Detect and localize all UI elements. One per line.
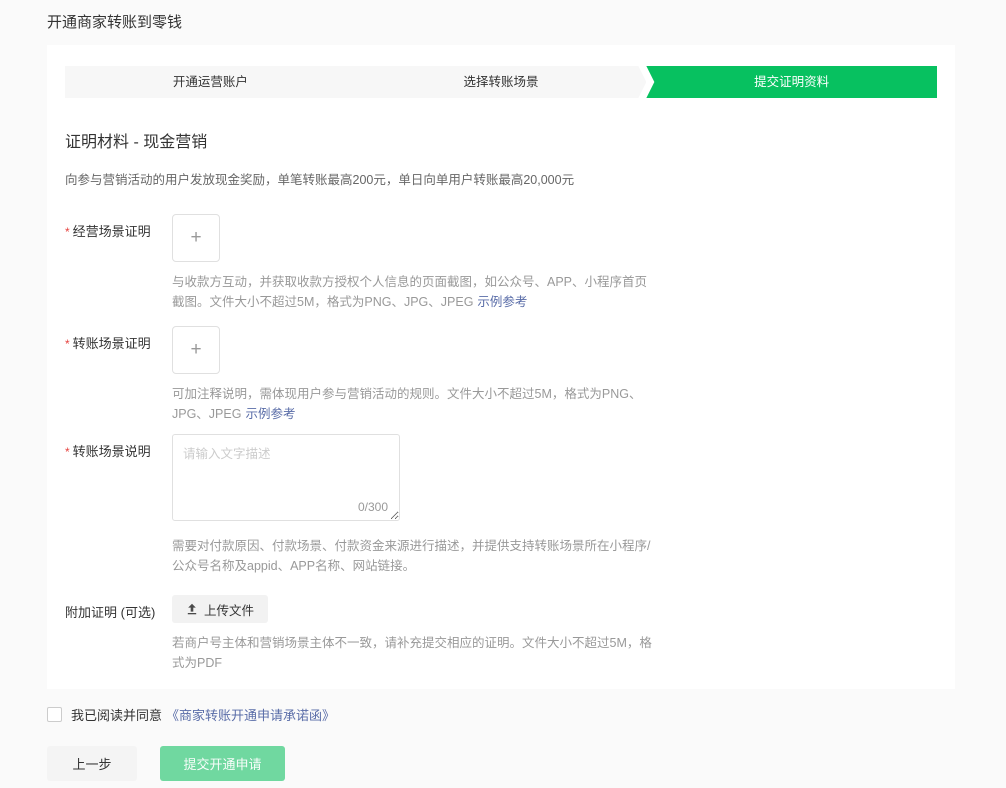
field-transfer-scene-description: *转账场景说明 0/300 需要对付款原因、付款场景、付款资金来源进行描述，并提…: [65, 434, 937, 576]
field-label: *转账场景证明: [65, 326, 172, 352]
page-title: 开通商家转账到零钱: [47, 11, 1006, 32]
footer-actions: 上一步 提交开通申请: [47, 746, 1006, 781]
image-upload-box[interactable]: +: [172, 214, 220, 262]
field-label-text: 转账场景证明: [73, 336, 151, 351]
section-title: 证明材料 - 现金营销: [65, 128, 937, 152]
previous-step-button[interactable]: 上一步: [47, 746, 137, 781]
field-label: *转账场景说明: [65, 434, 172, 460]
plus-icon: +: [190, 339, 201, 361]
agreement-row: 我已阅读并同意 《商家转账开通申请承诺函》: [47, 705, 1006, 724]
submit-application-button[interactable]: 提交开通申请: [160, 746, 285, 781]
field-label: 附加证明 (可选): [65, 595, 172, 621]
image-upload-box[interactable]: +: [172, 326, 220, 374]
required-asterisk: *: [65, 445, 70, 459]
field-label-text: 附加证明 (可选): [65, 605, 155, 620]
upload-file-label: 上传文件: [204, 600, 254, 619]
step-submit-proof-active[interactable]: 提交证明资料: [646, 66, 937, 98]
field-helper-text: 与收款方互动，并获取收款方授权个人信息的页面截图，如公众号、APP、小程序首页 …: [172, 272, 937, 312]
field-business-scene-proof: *经营场景证明 + 与收款方互动，并获取收款方授权个人信息的页面截图，如公众号、…: [65, 214, 937, 312]
plus-icon: +: [190, 227, 201, 249]
field-additional-proof: 附加证明 (可选) 上传文件 若商户号主体和营销场景主体不一致，请补充提交相应的…: [65, 595, 937, 673]
required-asterisk: *: [65, 225, 70, 239]
agreement-letter-link[interactable]: 《商家转账开通申请承诺函》: [166, 705, 335, 724]
field-label: *经营场景证明: [65, 214, 172, 240]
field-helper-text: 可加注释说明，需体现用户参与营销活动的规则。文件大小不超过5M，格式为PNG、 …: [172, 384, 937, 424]
agreement-checkbox[interactable]: [47, 707, 62, 722]
agreement-text: 我已阅读并同意: [71, 705, 162, 724]
step-bar: 开通运营账户 选择转账场景 提交证明资料: [65, 66, 937, 98]
field-helper-text: 需要对付款原因、付款场景、付款资金来源进行描述，并提供支持转账场景所在小程序/ …: [172, 536, 937, 576]
step-open-operating-account[interactable]: 开通运营账户: [65, 66, 356, 98]
example-reference-link[interactable]: 示例参考: [477, 295, 527, 309]
field-helper-text: 若商户号主体和营销场景主体不一致，请补充提交相应的证明。文件大小不超过5M，格 …: [172, 633, 937, 673]
upload-file-button[interactable]: 上传文件: [172, 595, 268, 623]
field-label-text: 转账场景说明: [73, 444, 151, 459]
required-asterisk: *: [65, 337, 70, 351]
upload-icon: [186, 603, 198, 615]
form-card: 开通运营账户 选择转账场景 提交证明资料 证明材料 - 现金营销 向参与营销活动…: [47, 45, 955, 689]
example-reference-link[interactable]: 示例参考: [245, 407, 295, 421]
field-label-text: 经营场景证明: [73, 224, 151, 239]
step-select-transfer-scene[interactable]: 选择转账场景: [356, 66, 647, 98]
scene-description-textarea[interactable]: [172, 434, 400, 521]
section-description: 向参与营销活动的用户发放现金奖励，单笔转账最高200元，单日向单用户转账最高20…: [65, 169, 937, 188]
field-transfer-scene-proof: *转账场景证明 + 可加注释说明，需体现用户参与营销活动的规则。文件大小不超过5…: [65, 326, 937, 424]
